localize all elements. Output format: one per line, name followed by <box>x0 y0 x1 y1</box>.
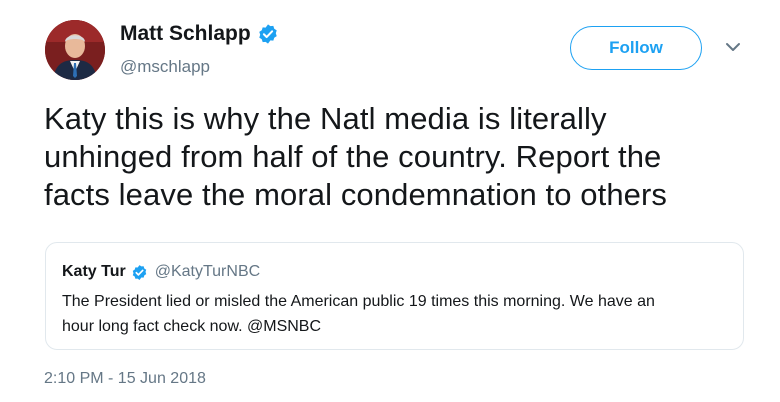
quoted-tweet-header: Katy Tur @KatyTurNBC <box>62 263 260 281</box>
tweet-text-line: unhinged from half of the country. Repor… <box>44 139 662 174</box>
follow-button[interactable]: Follow <box>570 26 702 70</box>
quoted-author-handle: @KatyTurNBC <box>154 263 261 280</box>
verified-badge-icon <box>257 23 279 45</box>
quoted-tweet-card[interactable]: Katy Tur @KatyTurNBC The President lied … <box>45 242 744 350</box>
chevron-down-icon[interactable] <box>724 40 742 54</box>
tweet-text-line: facts leave the moral condemnation to ot… <box>44 177 668 212</box>
tweet-text-line: Katy this is why the Natl media is liter… <box>44 101 607 136</box>
verified-badge-icon <box>131 264 148 281</box>
quoted-tweet-line: hour long fact check now. @MSNBC <box>62 318 322 335</box>
author-name-row: Matt Schlapp <box>120 22 279 46</box>
avatar[interactable] <box>45 20 105 80</box>
tweet-timestamp[interactable]: 2:10 PM - 15 Jun 2018 <box>44 370 206 388</box>
author-handle[interactable]: @mschlapp <box>120 57 210 77</box>
quoted-tweet-line: The President lied or misled the America… <box>62 293 655 310</box>
author-display-name[interactable]: Matt Schlapp <box>120 22 251 46</box>
quoted-tweet-text: The President lied or misled the America… <box>62 289 732 339</box>
avatar-photo <box>45 20 105 80</box>
quoted-author-name: Katy Tur <box>62 263 126 280</box>
tweet-text: Katy this is why the Natl media is liter… <box>44 100 759 214</box>
